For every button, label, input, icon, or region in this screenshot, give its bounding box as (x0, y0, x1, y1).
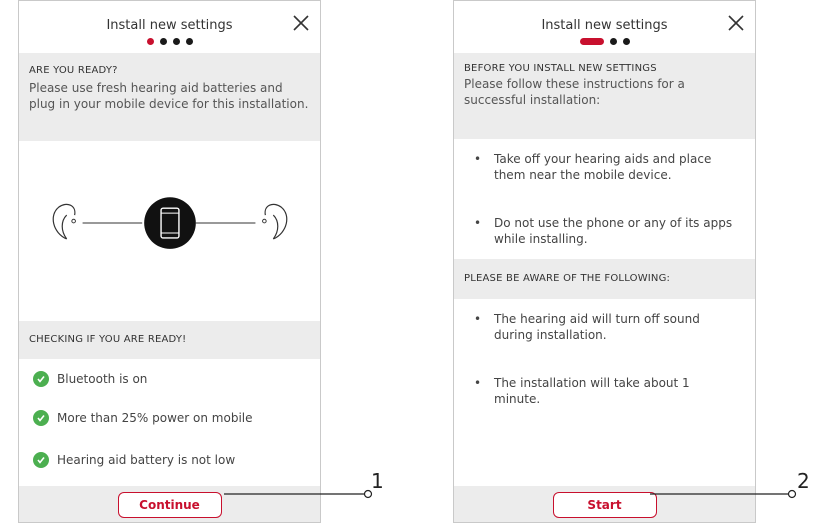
check-label: Bluetooth is on (57, 372, 148, 386)
checking-section: CHECKING IF YOU ARE READY! (19, 321, 320, 359)
be-aware-section: PLEASE BE AWARE OF THE FOLLOWING: (454, 259, 755, 299)
continue-button[interactable]: Continue (117, 492, 222, 518)
step-dot-4 (185, 38, 193, 45)
callout-number-1: 1 (371, 469, 384, 493)
bullet-icon: • (474, 216, 482, 230)
callout-line-2 (650, 489, 797, 499)
check-item-battery: Hearing aid battery is not low (33, 452, 235, 468)
start-button[interactable]: Start (552, 492, 657, 518)
instruction-item: • Do not use the phone or any of its app… (474, 215, 734, 247)
section-heading: CHECKING IF YOU ARE READY! (29, 334, 187, 345)
check-circle-icon (33, 371, 49, 387)
hearing-aid-right-icon (262, 203, 288, 240)
step-dot-3 (172, 38, 180, 45)
note-text: The installation will take about 1 minut… (494, 376, 690, 406)
install-screen-step-2: Install new settings BEFORE YOU INSTALL … (453, 0, 756, 523)
step-progress-pill (579, 38, 604, 45)
section-text: Please use fresh hearing aid batteries a… (29, 81, 309, 111)
check-circle-icon (33, 452, 49, 468)
section-heading: ARE YOU READY? (29, 65, 118, 76)
mobile-phone-icon (144, 197, 196, 249)
install-screen-step-1: Install new settings ARE YOU READY? Plea… (18, 0, 321, 523)
note-item: • The installation will take about 1 min… (474, 375, 734, 407)
section-heading: PLEASE BE AWARE OF THE FOLLOWING: (464, 273, 671, 284)
step-indicator (19, 38, 320, 45)
check-label: More than 25% power on mobile (57, 411, 253, 425)
instruction-text: Do not use the phone or any of its apps … (494, 216, 733, 246)
screen-title: Install new settings (106, 18, 233, 33)
section-heading: BEFORE YOU INSTALL NEW SETTINGS (464, 63, 657, 74)
callout-number-2: 2 (797, 469, 810, 493)
connection-illustration (52, 197, 288, 249)
section-text: Please follow these instructions for a s… (464, 77, 685, 107)
close-icon[interactable] (727, 14, 745, 32)
check-circle-icon (33, 410, 49, 426)
ready-section: ARE YOU READY? Please use fresh hearing … (19, 53, 320, 141)
bullet-icon: • (474, 152, 482, 166)
before-install-section: BEFORE YOU INSTALL NEW SETTINGS Please f… (454, 53, 755, 139)
instruction-item: • Take off your hearing aids and place t… (474, 151, 734, 183)
step-dot-3 (609, 38, 617, 45)
close-icon[interactable] (292, 14, 310, 32)
step-dot-2 (159, 38, 167, 45)
step-dot-1 (146, 38, 154, 45)
header: Install new settings (454, 1, 755, 53)
bullet-icon: • (474, 312, 482, 326)
instruction-text: Take off your hearing aids and place the… (494, 152, 712, 182)
bullet-icon: • (474, 376, 482, 390)
note-text: The hearing aid will turn off sound duri… (494, 312, 700, 342)
check-item-power: More than 25% power on mobile (33, 410, 253, 426)
step-dot-4 (622, 38, 630, 45)
note-item: • The hearing aid will turn off sound du… (474, 311, 734, 343)
hearing-aid-left-icon (52, 203, 76, 240)
callout-line-1 (224, 489, 373, 499)
header: Install new settings (19, 1, 320, 53)
check-item-bluetooth: Bluetooth is on (33, 371, 147, 387)
check-label: Hearing aid battery is not low (57, 453, 236, 467)
step-indicator (454, 38, 755, 45)
screen-title: Install new settings (541, 18, 668, 33)
